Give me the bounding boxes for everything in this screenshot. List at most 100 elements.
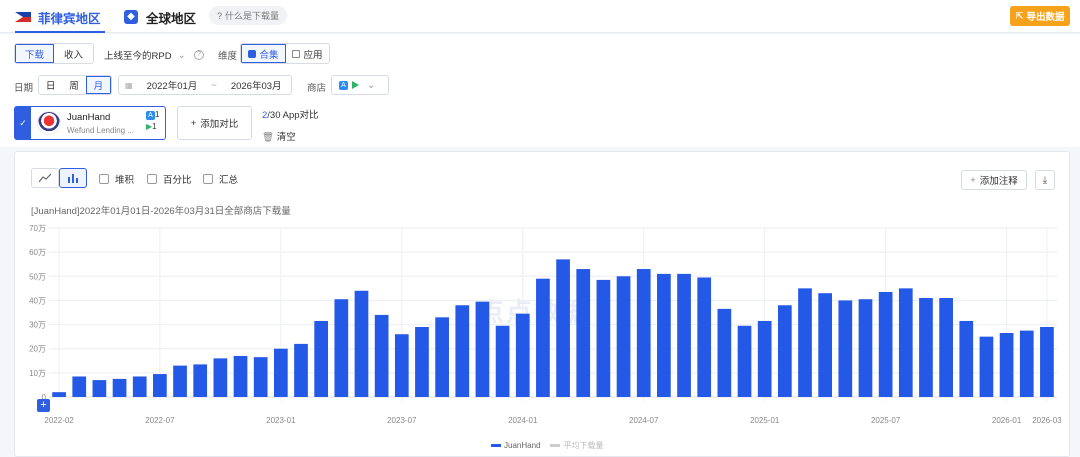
date-separator: ~ (211, 79, 217, 91)
clear-label: 清空 (276, 132, 296, 143)
range-help-icon[interactable]: ? (194, 50, 204, 60)
app-publisher: Wefund Lending ... (67, 126, 135, 135)
bar (435, 317, 449, 397)
export-data-button[interactable]: ⇱ 导出数据 (1010, 6, 1070, 26)
legend-swatch (491, 444, 501, 448)
calendar-icon: ▦ (125, 80, 133, 90)
bar (1040, 326, 1054, 397)
region-bar: 菲律宾地区 ◆ 全球地区 ? 什么是下载量 ⇱ 导出数据 (0, 0, 1080, 33)
granularity-week[interactable]: 周 (62, 76, 85, 94)
granularity-day[interactable]: 日 (39, 76, 62, 94)
legend-label: JuanHand (504, 441, 541, 450)
compare-count-suffix: /30 App对比 (267, 110, 319, 121)
add-compare-label: 添加对比 (200, 119, 239, 130)
bar (536, 278, 550, 397)
filter-panel: 下载 收入 上线至今的RPD ⌄ ? 维度 合集 应用 日期 日 周 月 ▦ 2… (0, 34, 1080, 147)
x-tick-label: 2022-02 (44, 416, 74, 425)
granularity-month[interactable]: 月 (85, 76, 111, 94)
collection-icon (248, 49, 257, 58)
store-label: 商店 (307, 83, 327, 94)
x-tick-label: 2026-03 (1032, 416, 1062, 425)
clear-button[interactable]: 🗑 清空 (262, 129, 296, 143)
bar (898, 288, 913, 397)
bar (374, 314, 389, 397)
google-play-icon (352, 81, 359, 89)
legend-item-juanhand[interactable]: JuanHand (491, 441, 540, 450)
dimension-collection[interactable]: 合集 (241, 44, 286, 63)
grid-icon (292, 49, 301, 58)
range-select[interactable]: 上线至今的RPD ⌄ (104, 48, 186, 63)
chart-legend: JuanHand 平均下载量 (491, 440, 603, 451)
metric-toggle: 下载 收入 (14, 43, 94, 64)
dimension-toggle: 合集 应用 (240, 43, 330, 64)
add-compare-button[interactable]: + 添加对比 (177, 106, 252, 140)
tab-global-label: 全球地区 (146, 11, 197, 26)
downloads-bar-chart: 010万20万30万40万50万60万70万2022-02 2022-07 2023… (29, 224, 1062, 425)
android-count: 1 (152, 122, 157, 131)
bar (334, 299, 349, 397)
bar (253, 357, 268, 397)
bar (394, 334, 409, 397)
bar (153, 374, 167, 397)
check-icon[interactable]: ✓ (15, 107, 31, 139)
bar (858, 299, 873, 397)
bar (737, 325, 752, 397)
y-tick-label: 40万 (29, 296, 46, 305)
selected-app-card[interactable]: ✓ JuanHand Wefund Lending ... (14, 106, 166, 140)
metric-revenue[interactable]: 收入 (54, 44, 93, 63)
bar (112, 378, 127, 397)
legend-item-average[interactable]: 平均下载量 (550, 440, 603, 451)
bar (878, 291, 893, 397)
bar (777, 305, 792, 397)
bar (92, 380, 107, 397)
x-tick-label: 2024-07 (629, 416, 659, 425)
download-help-link[interactable]: ? 什么是下载量 (209, 6, 288, 25)
help-label: 什么是下载量 (225, 11, 280, 21)
compare-count: 2/30 App对比 (262, 107, 319, 121)
x-tick-label: 2023-01 (266, 416, 296, 425)
bar (515, 313, 530, 397)
metric-downloads[interactable]: 下载 (15, 44, 55, 63)
bar (596, 279, 611, 397)
chevron-down-icon: ⌄ (367, 79, 376, 91)
date-range-picker[interactable]: ▦ 2022年01月 ~ 2026年03月 (118, 75, 292, 95)
bar (415, 326, 429, 397)
bar (616, 276, 631, 397)
bar (657, 273, 671, 397)
bar (475, 301, 490, 397)
dimension-app[interactable]: 应用 (286, 44, 329, 63)
bar (273, 348, 288, 397)
bar (72, 376, 87, 397)
ios-count: 1 (155, 110, 160, 119)
app-store-badges: A1 ▶1 (146, 109, 159, 133)
ios-icon: A (146, 111, 155, 120)
tab-global[interactable]: ◆ 全球地区 (124, 6, 196, 28)
chart-card: 堆积 百分比 汇总 + 添加注释 ⤓ [JuanHand]2022年01月01日… (14, 151, 1070, 457)
date-label: 日期 (14, 83, 34, 94)
bar (495, 325, 510, 397)
legend-label: 平均下载量 (563, 441, 604, 450)
y-tick-label: 30万 (29, 321, 46, 330)
x-tick-label: 2026-01 (992, 416, 1022, 425)
bar (173, 365, 187, 397)
range-select-value: 上线至今的RPD (104, 51, 172, 62)
y-tick-label: 60万 (29, 248, 46, 257)
x-tick-label: 2022-07 (145, 416, 175, 425)
globe-icon: ◆ (124, 10, 138, 24)
app-name: JuanHand (67, 112, 111, 123)
bar (132, 376, 147, 397)
expand-plus-button[interactable]: + (37, 399, 50, 412)
bar (213, 358, 228, 397)
bar (697, 277, 712, 397)
tab-philippines[interactable]: 菲律宾地区 (15, 6, 105, 33)
bar (838, 300, 853, 397)
dimension-app-label: 应用 (303, 49, 323, 61)
store-select[interactable]: A ⌄ (331, 75, 389, 95)
dimension-collection-label: 合集 (259, 49, 279, 61)
bar (717, 308, 732, 397)
help-icon: ? (217, 10, 223, 21)
plus-icon: + (190, 117, 197, 129)
bar (314, 320, 329, 397)
x-tick-label: 2024-01 (508, 416, 538, 425)
y-tick-label: 20万 (29, 345, 46, 354)
